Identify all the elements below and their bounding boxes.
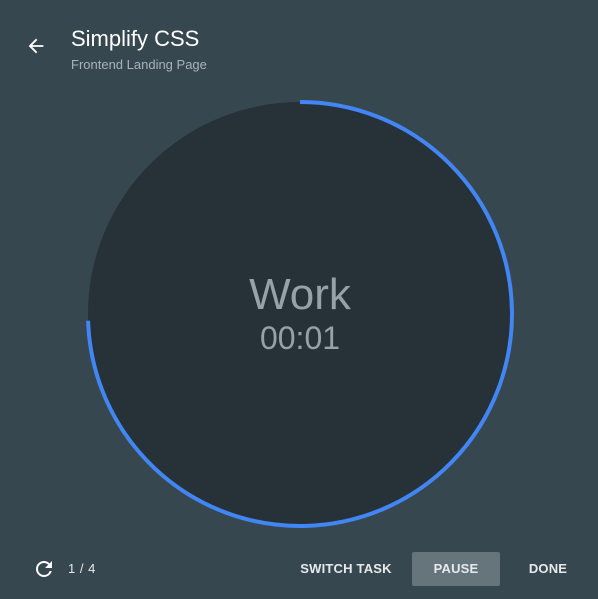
arrow-left-icon <box>28 38 44 54</box>
back-button[interactable] <box>22 32 50 60</box>
refresh-icon <box>36 561 52 577</box>
done-button[interactable]: DONE <box>516 552 580 586</box>
timer-time: 00:01 <box>259 320 341 356</box>
switch-task-button[interactable]: SWITCH TASK <box>292 552 400 586</box>
reset-button[interactable] <box>32 557 56 581</box>
pause-button[interactable]: PAUSE <box>412 552 500 586</box>
timer-screen: Simplify CSS Frontend Landing Page Work … <box>0 0 598 599</box>
timer-phase: Work <box>249 270 351 319</box>
footer-bar: 1 / 4 SWITCH TASK PAUSE DONE <box>0 550 598 588</box>
page-title: Simplify CSS <box>71 26 200 51</box>
round-counter: 1 / 4 <box>68 561 96 576</box>
timer-dial: Work 00:01 <box>86 100 514 528</box>
page-subtitle: Frontend Landing Page <box>71 57 207 72</box>
